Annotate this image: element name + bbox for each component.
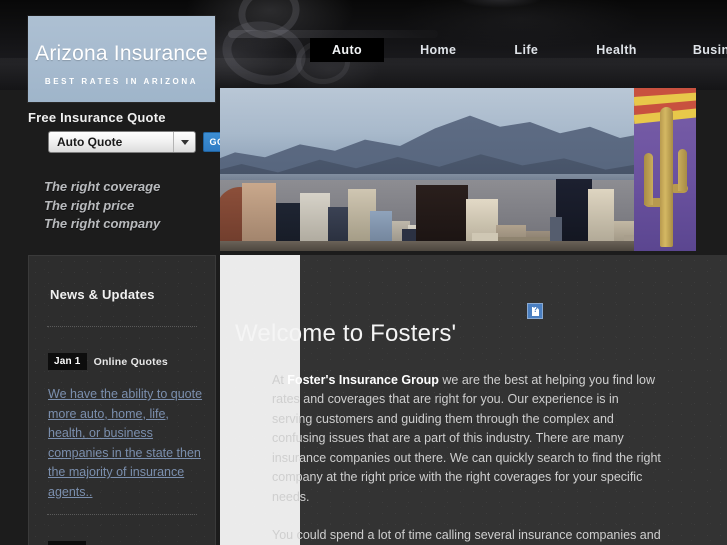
tagline-coverage: The right coverage (44, 179, 161, 194)
page-root: Auto Home Life Health Business Arizona I… (0, 0, 727, 545)
quote-form: Auto Quote GO (48, 131, 231, 153)
news-item: Jan 1 Online Quotes We have the ability t… (48, 353, 206, 503)
second-paragraph: You could spend a lot of time calling se… (272, 527, 661, 542)
news-date-badge (48, 541, 86, 545)
tagline-list: The right coverage The right price The r… (44, 178, 224, 234)
company-name: Foster's Insurance Group (287, 372, 439, 387)
hero-cityscape (220, 179, 696, 251)
decorative-flourish (228, 30, 438, 38)
cactus-arm (644, 153, 653, 205)
intro-rest: we are the best at helping you find low … (272, 372, 661, 505)
chevron-down-icon[interactable] (173, 132, 195, 152)
news-sidebar: News & Updates Jan 1 Online Quotes We hav… (28, 255, 216, 545)
intro-paragraph: At Foster's Insurance Group we are the b… (272, 371, 662, 508)
nav-item-auto[interactable]: Auto (310, 38, 385, 62)
logo-title: Arizona Insurance (35, 42, 208, 65)
cactus-arm (678, 149, 687, 191)
sidebar-divider (47, 514, 197, 515)
hero-image-phoenix-skyline (220, 88, 696, 251)
sidebar-divider (47, 326, 197, 327)
intro-lead: At (272, 372, 288, 387)
nav-item-health[interactable]: Health (582, 38, 651, 62)
main-navigation: Auto Home Life Health Business (310, 38, 727, 62)
header-dip-shade (440, 0, 560, 16)
main-content: Welcome to Fosters' At Foster's Insuranc… (220, 255, 727, 545)
nav-item-life[interactable]: Life (500, 38, 552, 62)
page-title: Welcome to Fosters' (235, 320, 457, 348)
news-date-badge: Jan 1 (48, 353, 87, 371)
free-quote-heading: Free Insurance Quote (28, 110, 166, 125)
cactus-icon (660, 107, 673, 247)
decorative-swirl-icon (231, 0, 307, 47)
news-item (48, 540, 86, 545)
news-category: Online Quotes (93, 355, 168, 368)
quote-type-selected-value: Auto Quote (57, 135, 123, 149)
quote-type-select[interactable]: Auto Quote (48, 131, 196, 153)
hero-arizona-flag-cactus (634, 88, 696, 251)
nav-item-business[interactable]: Business (679, 38, 727, 62)
sidebar-title: News & Updates (50, 287, 155, 302)
broken-image-icon[interactable] (527, 303, 543, 319)
news-link[interactable]: We have the ability to quote more auto, … (48, 385, 206, 503)
tagline-price: The right price (44, 197, 135, 213)
logo-tagline: BEST RATES IN ARIZONA (44, 77, 199, 86)
tagline-company: The right company (44, 216, 161, 231)
nav-item-home[interactable]: Home (406, 38, 470, 62)
site-logo[interactable]: Arizona Insurance BEST RATES IN ARIZONA (28, 16, 215, 102)
